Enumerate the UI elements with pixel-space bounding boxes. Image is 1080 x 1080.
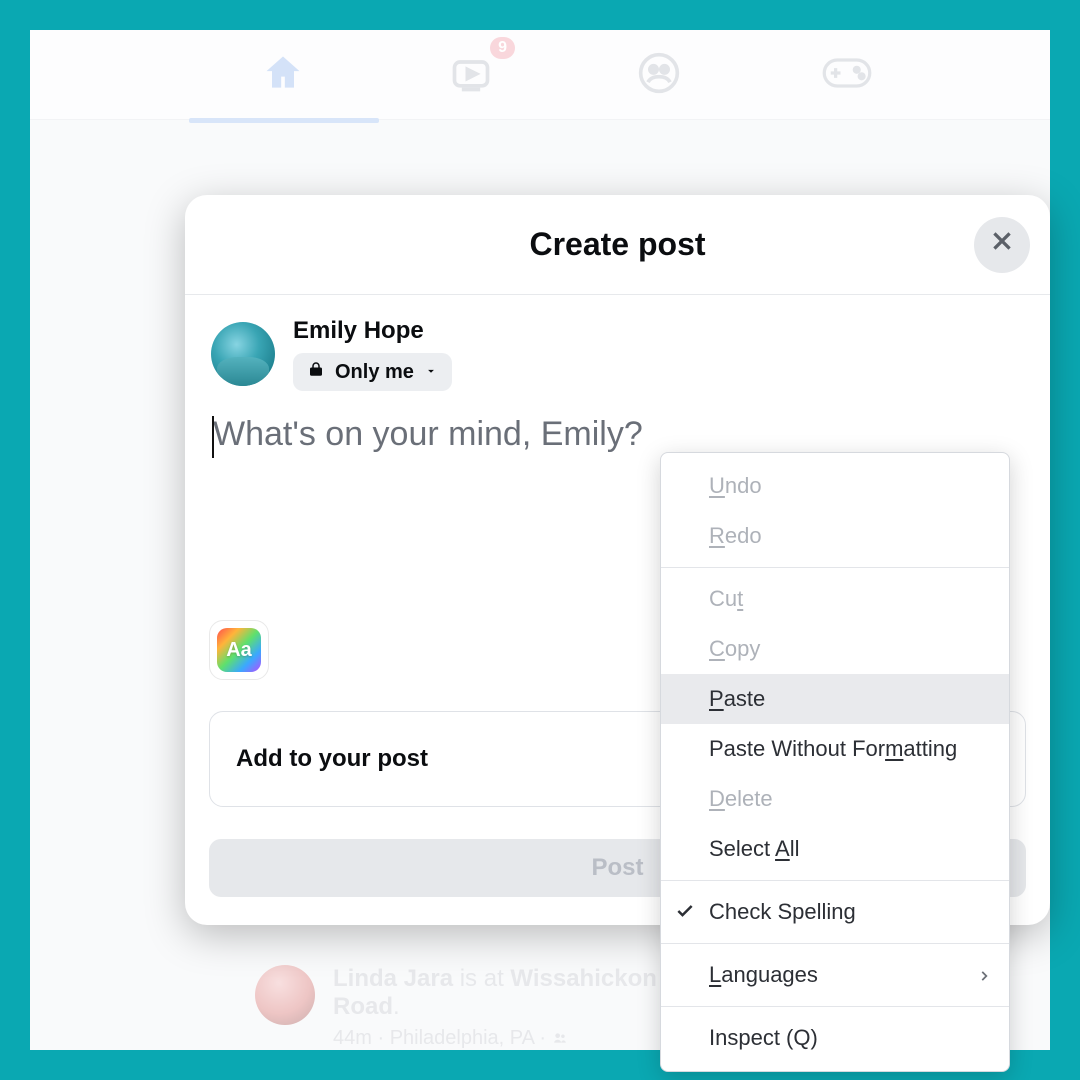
nav-gaming[interactable]	[813, 41, 881, 109]
menu-separator	[661, 1006, 1009, 1007]
menu-undo[interactable]: Undo	[661, 461, 1009, 511]
menu-languages[interactable]: Languages	[661, 950, 1009, 1000]
close-icon	[989, 228, 1015, 262]
post-button-label: Post	[591, 854, 643, 882]
add-to-post-label: Add to your post	[236, 745, 428, 773]
menu-inspect[interactable]: Inspect (Q)	[661, 1013, 1009, 1063]
composer-user-row: Emily Hope Only me	[185, 295, 1050, 391]
color-swatch-icon: Aa	[217, 628, 261, 672]
home-icon	[261, 51, 305, 100]
menu-cut[interactable]: Cut	[661, 574, 1009, 624]
lock-icon	[307, 360, 325, 384]
checkmark-icon	[675, 901, 695, 921]
menu-copy[interactable]: Copy	[661, 624, 1009, 674]
audience-icon	[552, 1027, 568, 1049]
chevron-down-icon	[424, 361, 438, 384]
avatar	[255, 965, 315, 1025]
menu-separator	[661, 943, 1009, 944]
context-menu: Undo Redo Cut Copy Paste Paste Without F…	[660, 452, 1010, 1072]
menu-check-spelling[interactable]: Check Spelling	[661, 887, 1009, 937]
nav-watch[interactable]: 9	[437, 41, 505, 109]
menu-paste[interactable]: Paste	[661, 674, 1009, 724]
background-color-button[interactable]: Aa	[209, 620, 269, 680]
watch-badge: 9	[490, 37, 515, 59]
modal-header: Create post	[185, 195, 1050, 295]
menu-delete[interactable]: Delete	[661, 774, 1009, 824]
text-cursor	[212, 416, 214, 458]
nav-home[interactable]	[249, 41, 317, 109]
menu-redo[interactable]: Redo	[661, 511, 1009, 561]
watch-icon	[449, 51, 493, 100]
chevron-right-icon	[977, 966, 991, 989]
close-button[interactable]	[974, 217, 1030, 273]
menu-separator	[661, 880, 1009, 881]
menu-select-all[interactable]: Select All	[661, 824, 1009, 874]
modal-title: Create post	[529, 226, 705, 263]
menu-paste-without-formatting[interactable]: Paste Without Formatting	[661, 724, 1009, 774]
avatar[interactable]	[211, 322, 275, 386]
menu-separator	[661, 567, 1009, 568]
composer-placeholder: What's on your mind, Emily?	[213, 415, 643, 453]
gaming-icon	[821, 55, 873, 96]
nav-groups[interactable]	[625, 41, 693, 109]
audience-label: Only me	[335, 361, 414, 384]
top-nav: 9	[30, 30, 1050, 120]
audience-selector[interactable]: Only me	[293, 353, 452, 391]
groups-icon	[637, 51, 681, 100]
composer-user-name: Emily Hope	[293, 317, 452, 345]
feed-headline: Linda Jara is at Wissahickon C Road.	[333, 965, 681, 1021]
feed-meta: 44m · Philadelphia, PA ·	[333, 1027, 681, 1050]
